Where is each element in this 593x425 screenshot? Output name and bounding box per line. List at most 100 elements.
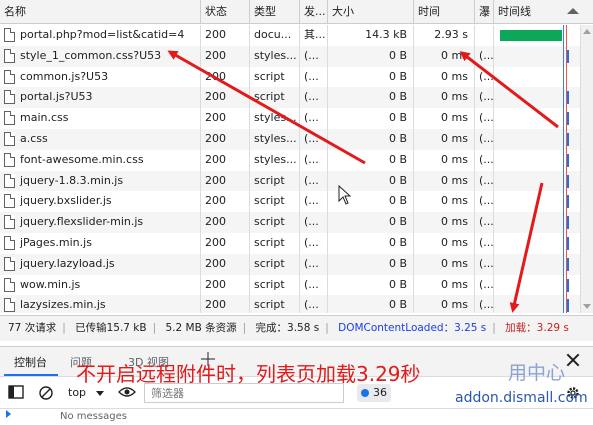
table-row[interactable]: a.css 200 styles... (... 0 B0 ms (... xyxy=(0,129,593,150)
table-row[interactable]: jquery.bxslider.js 200 script (... 0 B0 ms (.… xyxy=(0,191,593,213)
table-row[interactable]: style_1_common.css?U53 200 styles... (... 0 … xyxy=(0,45,593,67)
load-time: 加载：3.29 s xyxy=(505,322,569,334)
scroll-down-icon[interactable] xyxy=(583,304,591,309)
sidebar-toggle-icon[interactable] xyxy=(8,385,24,399)
request-time-cell: 0 ms xyxy=(414,108,475,129)
clear-console-icon[interactable] xyxy=(38,385,54,401)
request-timeline-cell xyxy=(494,274,581,296)
request-waterfall-text-cell: (... xyxy=(475,274,494,296)
request-initiator-cell: (... xyxy=(300,274,328,296)
file-icon xyxy=(4,69,15,84)
table-row[interactable]: jquery-1.8.3.min.js 200 script (... 0 B0 ms(… xyxy=(0,170,593,192)
request-type-cell: styles... xyxy=(250,45,300,67)
request-name: a.css xyxy=(20,132,48,145)
timeline-tick xyxy=(567,91,569,105)
table-row[interactable]: font-awesome.min.css 200 styles... (... 0 B0… xyxy=(0,149,593,171)
column-header-initiator[interactable]: 发... xyxy=(300,0,328,24)
timeline-tick xyxy=(567,299,569,313)
request-list-scrollbar[interactable] xyxy=(581,25,593,313)
no-messages-text: No messages xyxy=(60,411,127,422)
request-name: lazysizes.min.js xyxy=(20,298,106,312)
timeline-tick xyxy=(567,174,569,188)
request-initiator-cell: (... xyxy=(300,129,328,150)
context-selector-label: top xyxy=(68,386,87,399)
request-status-cell: 200 xyxy=(201,149,250,171)
table-row[interactable]: main.css 200 styles... (... 0 B0 ms (... xyxy=(0,108,593,129)
column-header-size[interactable]: 大小 xyxy=(328,0,414,24)
column-header-type[interactable]: 类型 xyxy=(250,0,300,24)
watermark-bottom: addon.dismall.com xyxy=(455,390,588,406)
request-waterfall-text-cell: (... xyxy=(475,212,494,233)
request-type-cell: script xyxy=(250,274,300,296)
request-timeline-cell xyxy=(494,87,581,109)
request-time-cell: 0 ms xyxy=(414,233,475,254)
request-name: jquery.bxslider.js xyxy=(20,194,112,208)
request-size-cell: 0 B xyxy=(328,87,414,109)
request-timeline-cell xyxy=(494,170,581,192)
close-icon[interactable] xyxy=(566,353,580,367)
column-header-name[interactable]: 名称 xyxy=(0,0,201,24)
request-name: jquery.lazyload.js xyxy=(20,256,115,270)
request-waterfall-text-cell xyxy=(475,25,494,46)
file-icon xyxy=(4,111,15,126)
request-size-cell: 0 B xyxy=(328,129,414,150)
table-row[interactable]: wow.min.js 200 script (... 0 B0 ms (... xyxy=(0,274,593,296)
request-initiator-cell: (... xyxy=(300,170,328,192)
request-name: jquery-1.8.3.min.js xyxy=(20,173,124,187)
scroll-up-icon[interactable] xyxy=(583,29,591,34)
request-name: portal.js?U53 xyxy=(20,90,93,104)
request-initiator-cell: (... xyxy=(300,191,328,213)
request-time-cell: 0 ms xyxy=(414,295,475,313)
request-name: style_1_common.css?U53 xyxy=(20,48,162,62)
issues-icon xyxy=(361,389,369,397)
timeline-tick xyxy=(567,153,569,167)
request-name: jPages.min.js xyxy=(20,236,92,249)
table-row[interactable]: portal.js?U53 200 script (... 0 B0 ms (... xyxy=(0,87,593,109)
request-name-cell: jquery.lazyload.js xyxy=(0,253,201,275)
request-name-cell: portal.js?U53 xyxy=(0,87,201,109)
request-status-cell: 200 xyxy=(201,45,250,67)
request-size-cell: 0 B xyxy=(328,295,414,313)
request-name: common.js?U53 xyxy=(20,69,109,83)
table-row[interactable]: jquery.lazyload.js 200 script (... 0 B0 ms (.… xyxy=(0,253,593,275)
request-timeline-cell xyxy=(494,191,581,213)
request-status-cell: 200 xyxy=(201,129,250,150)
column-header-waterfall[interactable]: 瀑 xyxy=(475,0,494,24)
request-type-cell: styles... xyxy=(250,149,300,171)
request-time-cell: 0 ms xyxy=(414,87,475,109)
request-size-cell: 0 B xyxy=(328,253,414,275)
network-table-header: 名称 状态 类型 发... 大小 时间 瀑 时间线 xyxy=(0,0,593,24)
eye-icon[interactable] xyxy=(118,385,136,399)
table-row[interactable]: jPages.min.js 200 script (... 0 B0 ms (... xyxy=(0,233,593,254)
request-type-cell: script xyxy=(250,170,300,192)
column-header-status[interactable]: 状态 xyxy=(201,0,250,24)
request-time-cell: 0 ms xyxy=(414,274,475,296)
tab-console[interactable]: 控制台 xyxy=(14,354,47,370)
timeline-tick xyxy=(567,216,569,230)
table-row[interactable]: jquery.flexslider-min.js 200 script (... 0 B… xyxy=(0,212,593,233)
request-timeline-cell xyxy=(494,66,581,88)
table-row[interactable]: portal.php?mod=list&catid=4 200 docu... 其..… xyxy=(0,25,593,46)
request-time-cell: 0 ms xyxy=(414,66,475,88)
request-initiator-cell: (... xyxy=(300,108,328,129)
request-initiator-cell: (... xyxy=(300,212,328,233)
sort-arrow-icon[interactable] xyxy=(567,8,579,14)
request-name-cell: wow.min.js xyxy=(0,274,201,296)
chevron-down-icon xyxy=(95,390,104,396)
file-icon xyxy=(4,277,15,292)
table-row[interactable]: common.js?U53 200 script (... 0 B0 ms (... xyxy=(0,66,593,88)
dom-content-loaded-time: DOMContentLoaded：3.25 s xyxy=(338,322,487,334)
column-header-time[interactable]: 时间 xyxy=(414,0,475,24)
request-timeline-cell xyxy=(494,295,581,313)
table-row[interactable]: lazysizes.min.js 200 script (... 0 B0 ms (... xyxy=(0,295,593,313)
request-name-cell: portal.php?mod=list&catid=4 xyxy=(0,25,201,46)
request-waterfall-text-cell: (... xyxy=(475,129,494,150)
file-icon xyxy=(4,132,15,146)
column-header-timeline[interactable]: 时间线 xyxy=(494,0,593,24)
request-initiator-cell: (... xyxy=(300,149,328,171)
request-initiator-cell: (... xyxy=(300,45,328,67)
request-status-cell: 200 xyxy=(201,274,250,296)
request-size-cell: 0 B xyxy=(328,191,414,213)
watermark-top: 用中心 xyxy=(508,362,566,384)
context-selector[interactable]: top xyxy=(68,386,104,399)
